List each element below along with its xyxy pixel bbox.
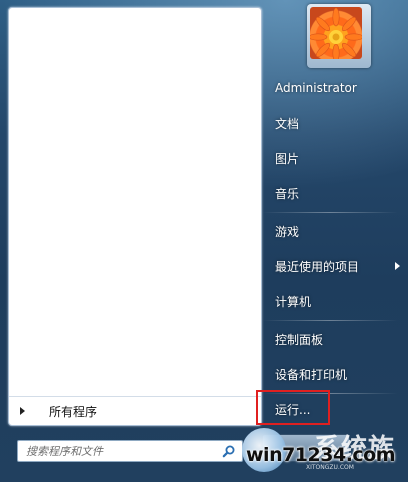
documents-item[interactable]: 文档 — [262, 112, 402, 134]
flower-avatar-icon — [310, 7, 362, 59]
search-input[interactable] — [26, 444, 216, 458]
music-label: 音乐 — [275, 186, 300, 201]
user-name-label: Administrator — [275, 81, 357, 95]
start-menu: 所有程序 搜索程序和文件 Administrator 文档 图片 音乐 游戏 最… — [0, 0, 408, 482]
control-panel-label: 控制面板 — [275, 332, 324, 347]
all-programs-button[interactable]: 所有程序 — [9, 396, 261, 425]
computer-item[interactable]: 计算机 — [262, 290, 402, 312]
games-item[interactable]: 游戏 — [262, 220, 402, 242]
recent-items-item[interactable]: 最近使用的项目 — [262, 255, 402, 277]
devices-printers-label: 设备和打印机 — [275, 367, 348, 382]
documents-label: 文档 — [275, 116, 300, 131]
devices-printers-item[interactable]: 设备和打印机 — [262, 363, 402, 385]
watermark-sub-text: XITONGZU.COM — [306, 464, 354, 471]
recent-items-label: 最近使用的项目 — [275, 259, 360, 274]
all-programs-label: 所有程序 — [49, 404, 98, 419]
arrow-right-icon — [20, 407, 25, 415]
user-avatar[interactable] — [307, 4, 371, 68]
search-box[interactable] — [17, 440, 243, 462]
watermark: 系统族 win71234.com XITONGZU.COM — [240, 428, 408, 482]
user-name-item[interactable]: Administrator — [262, 77, 402, 99]
music-item[interactable]: 音乐 — [262, 182, 402, 204]
watermark-text: win71234.com — [246, 444, 396, 466]
programs-pane: 所有程序 — [8, 7, 262, 426]
games-label: 游戏 — [275, 224, 300, 239]
pictures-label: 图片 — [275, 151, 300, 166]
run-highlight-box — [256, 390, 330, 425]
menu-divider — [262, 212, 398, 213]
chevron-right-icon — [395, 262, 400, 270]
computer-label: 计算机 — [275, 294, 312, 309]
menu-divider — [262, 320, 398, 321]
search-icon[interactable] — [222, 444, 236, 458]
control-panel-item[interactable]: 控制面板 — [262, 328, 402, 350]
pictures-item[interactable]: 图片 — [262, 147, 402, 169]
